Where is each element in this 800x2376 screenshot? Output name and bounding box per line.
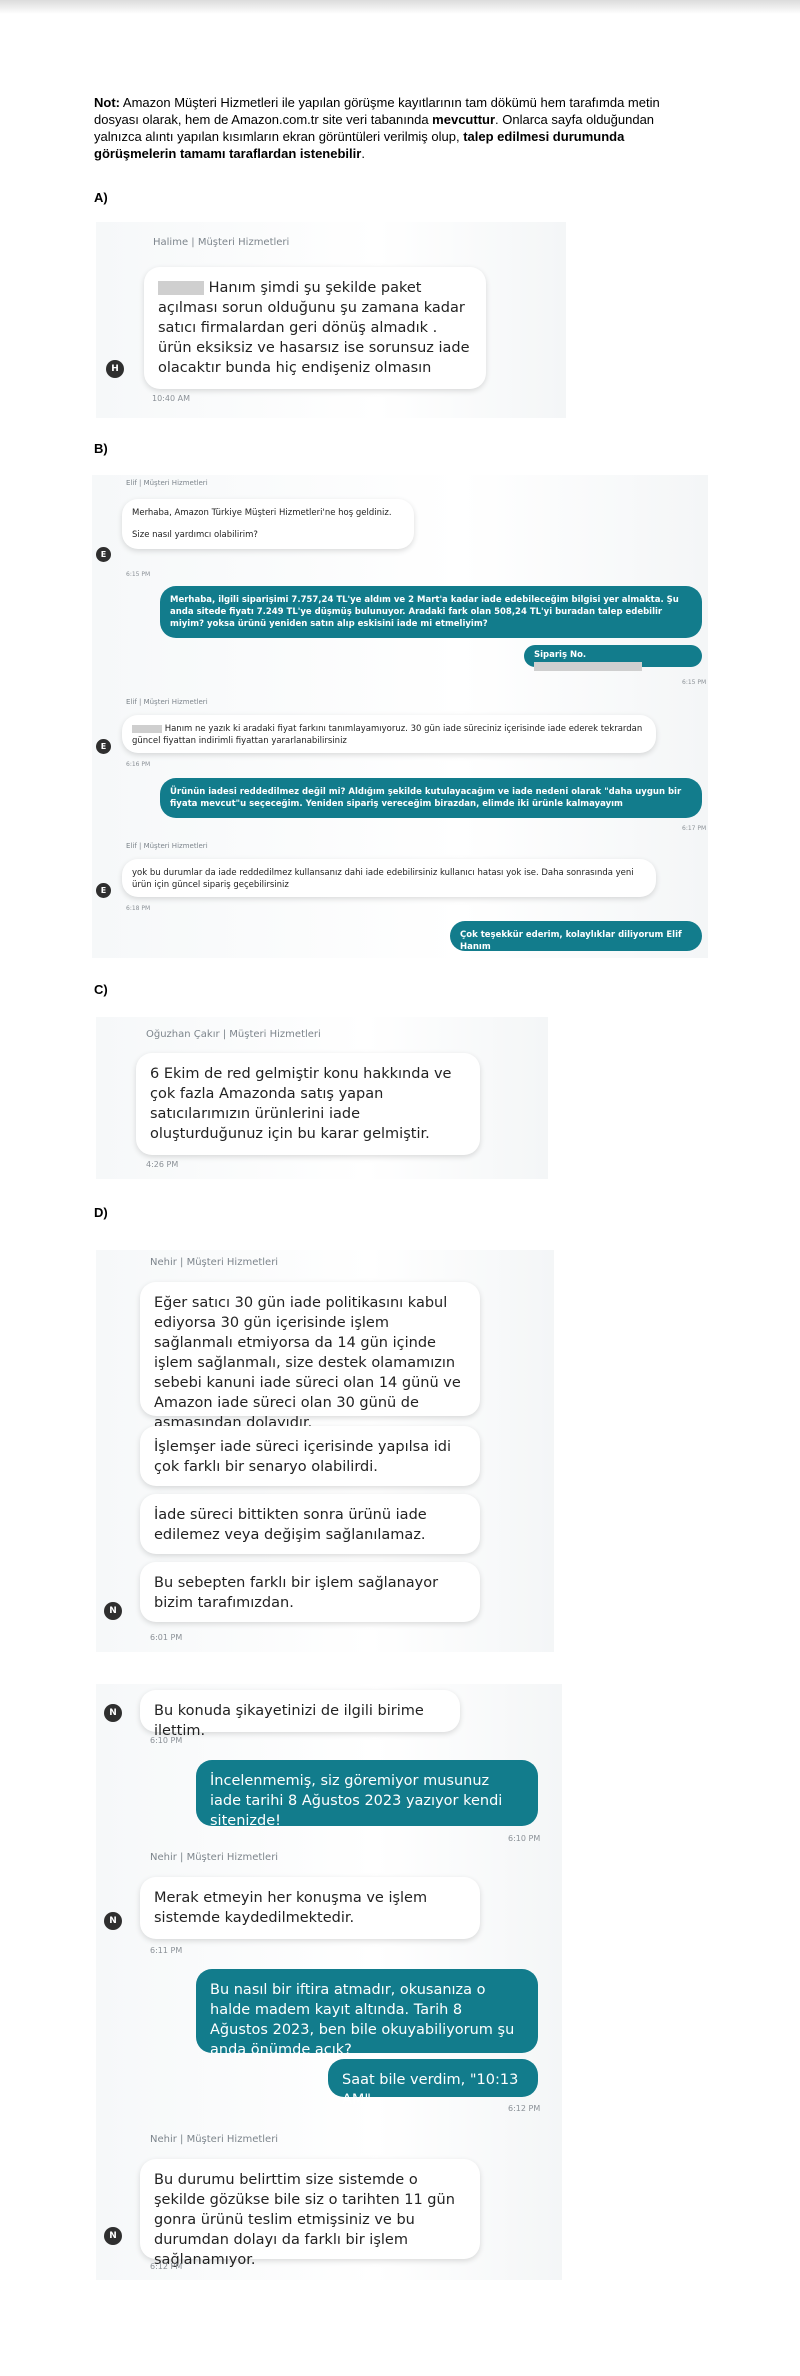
section-d-label: D) (94, 1205, 108, 1220)
agent-avatar: N (104, 2227, 122, 2245)
customer-message: İncelenmemiş, siz göremiyor musunuz iade… (196, 1760, 538, 1829)
agent-name: Elif | Müşteri Hizmetleri (126, 698, 208, 706)
message-time: 6:18 PM (126, 905, 151, 912)
redacted-name (132, 724, 162, 733)
agent-message: Merak etmeyin her konuşma ve işlem siste… (140, 1877, 480, 1939)
agent-message-text: Hanım ne yazık ki aradaki fiyat farkını … (132, 724, 643, 746)
agent-name: Elif | Müşteri Hizmetleri (126, 842, 208, 850)
redacted-name (158, 281, 204, 295)
welcome-message: Merhaba, Amazon Türkiye Müşteri Hizmetle… (122, 499, 414, 549)
section-a-label: A) (94, 190, 108, 205)
agent-message-text: Hanım şimdi şu şekilde paket açılması so… (158, 280, 470, 376)
message-time: 6:15 PM (126, 571, 151, 578)
screenshot-d2: Bu konuda şikayetinizi de ilgili birime … (96, 1684, 562, 2280)
customer-message: Bu nasıl bir iftira atmadır, okusanıza o… (196, 1969, 538, 2058)
note-bold-1: mevcuttur (432, 112, 496, 127)
screenshot-a: Halime | Müşteri Hizmetleri Hanım şimdi … (96, 222, 566, 418)
agent-name: Nehir | Müşteri Hizmetleri (150, 1257, 279, 1268)
note-text-3: . (361, 146, 365, 161)
screenshot-d1: Nehir | Müşteri Hizmetleri Eğer satıcı 3… (96, 1250, 554, 1652)
agent-message: Hanım şimdi şu şekilde paket açılması so… (144, 267, 486, 389)
agent-name: Nehir | Müşteri Hizmetleri (150, 2134, 279, 2145)
agent-avatar: H (106, 360, 124, 378)
customer-message: Çok teşekkür ederim, kolaylıklar diliyor… (450, 921, 702, 952)
message-time: 6:10 PM (150, 1736, 183, 1745)
screenshot-c: Oğuzhan Çakır | Müşteri Hizmetleri 6 Eki… (96, 1017, 548, 1179)
agent-message: 6 Ekim de red gelmiştir konu hakkında ve… (136, 1053, 480, 1155)
message-time: 6:16 PM (126, 761, 151, 768)
section-c-label: C) (94, 982, 108, 997)
agent-avatar: N (104, 1912, 122, 1930)
agent-avatar: N (104, 1704, 122, 1722)
agent-message: Bu durumu belirttim size sistemde o şeki… (140, 2159, 480, 2268)
screenshot-b: Elif | Müşteri Hizmetleri Merhaba, Amazo… (92, 475, 708, 958)
agent-message: İade süreci bittikten sonra ürünü iade e… (140, 1494, 480, 1554)
agent-message: yok bu durumlar da iade reddedilmez kull… (122, 859, 656, 897)
note-paragraph: Not: Amazon Müşteri Hizmetleri ile yapıl… (94, 94, 694, 162)
agent-message: Hanım ne yazık ki aradaki fiyat farkını … (122, 715, 656, 753)
message-time: 6:10 PM (508, 1834, 541, 1843)
customer-message: Saat bile verdim, "10:13 AM" (328, 2059, 538, 2108)
agent-name: Oğuzhan Çakır | Müşteri Hizmetleri (146, 1029, 321, 1040)
message-time: 6:15 PM (682, 679, 707, 686)
section-b-label: B) (94, 441, 108, 456)
redacted-order-number (534, 662, 642, 671)
agent-name: Elif | Müşteri Hizmetleri (126, 479, 208, 487)
agent-message: İşlemşer iade süreci içerisinde yapılsa … (140, 1426, 480, 1486)
agent-message: Eğer satıcı 30 gün iade politikasını kab… (140, 1282, 480, 1431)
customer-message: Ürünün iadesi reddedilmez değil mi? Aldı… (160, 778, 702, 818)
message-time: 6:01 PM (150, 1633, 183, 1642)
message-time: 4:26 PM (146, 1160, 179, 1169)
message-time: 10:40 AM (152, 394, 190, 403)
agent-name: Halime | Müşteri Hizmetleri (153, 237, 290, 248)
welcome-line-1: Merhaba, Amazon Türkiye Müşteri Hizmetle… (132, 508, 392, 518)
agent-message: Bu sebepten farklı bir işlem sağlanayor … (140, 1562, 480, 1622)
customer-message: Merhaba, ilgili siparişimi 7.757,24 TL'y… (160, 586, 702, 638)
note-prefix: Not: (94, 95, 120, 110)
welcome-line-2: Size nasıl yardımcı olabilirim? (132, 530, 258, 540)
message-time: 6:12 PM (150, 2262, 183, 2271)
agent-name: Nehir | Müşteri Hizmetleri (150, 1852, 279, 1863)
order-number-message: Sipariş No. (524, 645, 702, 671)
agent-avatar: N (104, 1602, 122, 1620)
order-number-label: Sipariş No. (534, 650, 587, 660)
agent-avatar: E (96, 739, 111, 754)
agent-avatar: E (96, 883, 111, 898)
message-time: 6:17 PM (682, 825, 707, 832)
agent-avatar: E (96, 547, 111, 562)
message-time: 6:11 PM (150, 1946, 183, 1955)
page-top-shadow (0, 0, 800, 14)
agent-message: Bu konuda şikayetinizi de ilgili birime … (140, 1690, 460, 1739)
message-time: 6:12 PM (508, 2104, 541, 2113)
